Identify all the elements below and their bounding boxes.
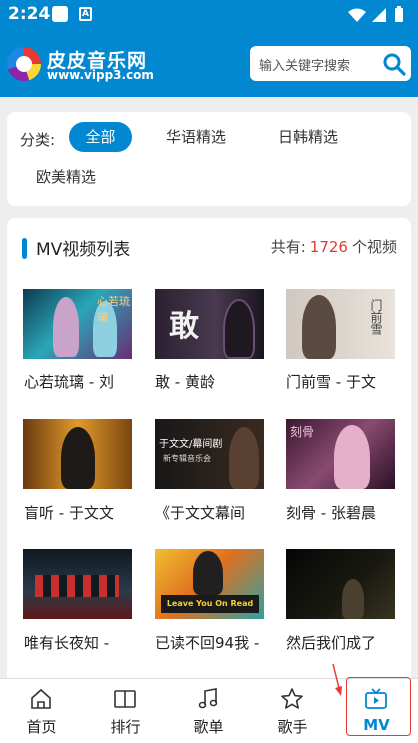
annotation-arrow-icon [332,663,342,696]
logo-icon[interactable] [7,47,41,81]
video-title[interactable]: 然后我们成了 [286,632,406,653]
video-title[interactable]: 已读不回94我 - [155,632,275,653]
category-chip-all[interactable]: 全部 [69,122,132,152]
video-title[interactable]: 《于文文幕间 [155,502,275,523]
video-count-number: 1726 [309,238,348,256]
video-title[interactable]: 门前雪 - 于文 [286,371,406,392]
video-title[interactable]: 唯有长夜知 - [24,632,144,653]
nav-label: 排行 [110,718,141,736]
category-card: 分类: 全部 华语精选 日韩精选 欧美精选 [7,112,411,206]
highlight-box [346,677,411,736]
nav-label: 歌手 [277,718,308,736]
status-icons [346,5,410,29]
category-chip-western[interactable]: 欧美精选 [23,162,109,192]
video-thumbnail[interactable] [23,419,132,489]
status-time: 2:24 [8,4,51,24]
nav-home[interactable]: 首页 [0,679,83,743]
search-icon[interactable] [382,52,406,80]
thumbnail-text: 刻骨 [290,425,315,439]
search-box[interactable]: 输入关键字搜索 [250,46,411,81]
book-icon [114,690,136,708]
mv-list-card: MV视频列表 共有: 1726 个视频 心若琉璃 敢 门前雪 心若琉璃 - 刘 敢 … [7,218,411,688]
nav-ranking[interactable]: 排行 [84,679,167,743]
battery-icon [395,8,403,22]
category-chip-jpkr[interactable]: 日韩精选 [265,122,351,152]
signal-icon [372,8,386,22]
title-accent-bar [22,238,27,259]
app-notification-icon: A [79,7,92,21]
video-count: 共有: 1726 个视频 [270,238,397,256]
search-input[interactable]: 输入关键字搜索 [259,55,350,74]
video-thumbnail[interactable]: 刻骨 [286,419,395,489]
video-thumbnail[interactable] [23,549,132,619]
video-thumbnail[interactable]: 门前雪 [286,289,395,359]
thumbnail-text: 新专辑音乐会 [163,454,211,463]
status-bar: 2:24 A [0,0,418,30]
star-icon [281,688,303,709]
video-thumbnail[interactable]: Leave You On Read [155,549,264,619]
video-title[interactable]: 盲听 - 于文文 [24,502,144,523]
logo-url: www.vipp3.com [47,68,154,82]
thumbnail-text: 心若琉璃 [97,295,130,324]
category-chip-chinese[interactable]: 华语精选 [153,122,239,152]
list-title: MV视频列表 [36,240,131,260]
nav-singer[interactable]: 歌手 [251,679,334,743]
video-thumbnail[interactable]: 于文文/幕间剧 新专辑音乐会 [155,419,264,489]
video-thumbnail[interactable]: 心若琉璃 [23,289,132,359]
music-note-icon [198,688,218,709]
video-title[interactable]: 心若琉璃 - 刘 [24,371,144,392]
app-header: 皮皮音乐网 www.vipp3.com 输入关键字搜索 [0,30,418,97]
notification-icon [52,6,68,22]
thumbnail-text: 门前雪 [369,299,383,335]
thumbnail-text: 敢 [169,309,199,344]
thumbnail-text: Leave You On Read [161,595,259,613]
nav-label: 首页 [26,718,57,736]
thumbnail-text: 于文文/幕间剧 [159,439,223,450]
video-thumbnail[interactable]: 敢 [155,289,264,359]
home-icon [31,688,51,709]
video-thumbnail[interactable] [286,549,395,619]
category-label: 分类: [20,131,56,149]
nav-label: 歌单 [193,718,224,736]
video-title[interactable]: 敢 - 黄龄 [155,371,275,392]
wifi-icon [348,8,366,22]
video-title[interactable]: 刻骨 - 张碧晨 [286,502,406,523]
nav-playlist[interactable]: 歌单 [167,679,250,743]
